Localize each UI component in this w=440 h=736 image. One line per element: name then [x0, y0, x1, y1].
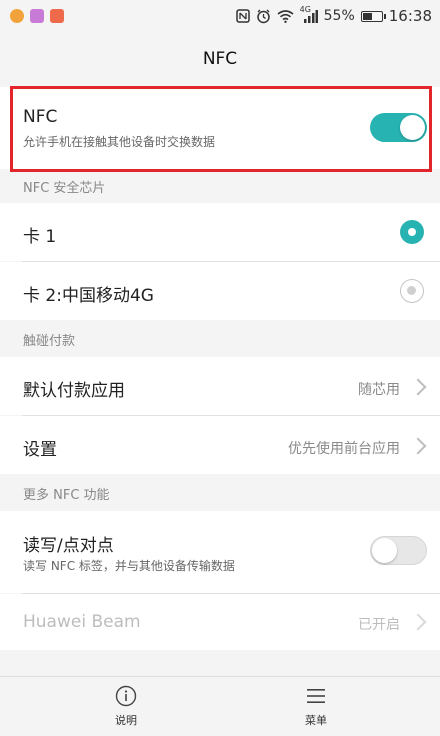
card-2-option[interactable]: 卡 2:中国移动4G: [0, 262, 440, 320]
payment-settings-value: 优先使用前台应用: [288, 441, 400, 457]
chevron-right-icon: [409, 613, 427, 631]
default-payment-app-value: 随芯用: [358, 382, 400, 398]
photos-app-icon: [10, 9, 24, 23]
huawei-beam-value: 已开启: [358, 617, 400, 633]
nfc-toggle-row[interactable]: NFC 允许手机在接触其他设备时交换数据: [0, 87, 440, 169]
default-payment-app-label: 默认付款应用: [23, 381, 125, 401]
video-app-icon: [50, 9, 64, 23]
huawei-beam-label: Huawei Beam: [23, 612, 141, 632]
switch-knob: [400, 115, 425, 140]
menu-icon: [307, 689, 325, 703]
read-write-p2p-row[interactable]: 读写/点对点 读写 NFC 标签，并与其他设备传输数据: [0, 511, 440, 593]
page-title: NFC: [202, 49, 238, 69]
nfc-switch[interactable]: [370, 113, 427, 142]
default-payment-app-row[interactable]: 默认付款应用 随芯用: [0, 357, 440, 415]
nfc-title: NFC: [23, 107, 58, 127]
menu-label: 菜单: [305, 714, 327, 727]
card-1-option[interactable]: 卡 1: [0, 203, 440, 261]
chevron-right-icon: [409, 378, 427, 396]
wifi-icon: [277, 9, 294, 23]
switch-knob: [372, 538, 397, 563]
bottom-toolbar: 说明 菜单: [0, 676, 440, 736]
info-icon: [115, 685, 137, 707]
notification-icons: [10, 9, 64, 23]
read-write-title: 读写/点对点: [23, 536, 114, 556]
nfc-status-icon: [235, 9, 250, 23]
section-header-secure-element: NFC 安全芯片: [23, 180, 106, 196]
read-write-switch[interactable]: [370, 536, 427, 565]
battery-level: [362, 12, 372, 20]
menu-button[interactable]: 菜单: [276, 685, 356, 728]
card-1-label: 卡 1: [23, 227, 57, 247]
card-2-radio[interactable]: [400, 279, 424, 303]
section-header-payment: 触碰付款: [23, 333, 76, 349]
payment-settings-row[interactable]: 设置 优先使用前台应用: [0, 416, 440, 474]
card-2-label: 卡 2:中国移动4G: [23, 286, 154, 306]
chevron-right-icon: [409, 437, 427, 455]
clock: 16:38: [388, 7, 432, 25]
status-bar: 4G 55% 16:38: [0, 0, 440, 32]
alarm-icon: [256, 9, 270, 23]
battery-icon: [360, 10, 386, 22]
nfc-description: 允许手机在接触其他设备时交换数据: [23, 135, 216, 149]
huawei-beam-row[interactable]: Huawei Beam 已开启: [0, 594, 440, 650]
gallery-app-icon: [30, 9, 44, 23]
section-header-more-nfc: 更多 NFC 功能: [23, 487, 110, 503]
help-button[interactable]: 说明: [86, 685, 166, 728]
cellular-signal-icon: 4G: [300, 5, 318, 23]
card-1-radio[interactable]: [400, 220, 424, 244]
battery-percent: 55%: [323, 8, 355, 24]
payment-settings-label: 设置: [23, 440, 57, 460]
help-label: 说明: [115, 714, 137, 727]
read-write-description: 读写 NFC 标签，并与其他设备传输数据: [23, 559, 235, 573]
